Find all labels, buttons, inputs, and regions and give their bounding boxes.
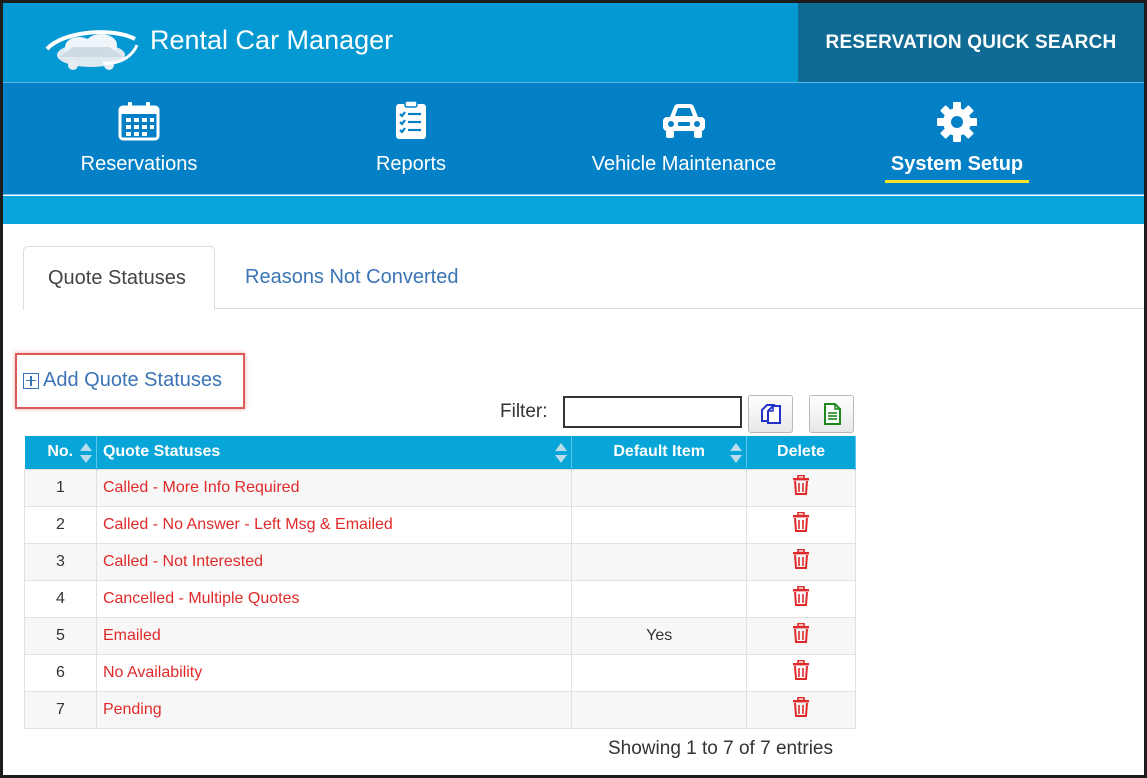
row-number: 6 xyxy=(24,653,97,692)
col-header-delete: Delete xyxy=(746,436,856,469)
export-button[interactable] xyxy=(809,395,854,433)
nav-label: Reports xyxy=(375,153,447,175)
default-item-cell xyxy=(571,468,748,507)
filter-label: Filter: xyxy=(500,401,548,422)
top-bar: Rental Car Manager RESERVATION QUICK SEA… xyxy=(3,3,1144,82)
main-nav: Reservations Reports Vehicle Maintenance… xyxy=(3,82,1144,195)
tab-reasons-not-converted[interactable]: Reasons Not Converted xyxy=(221,246,482,309)
row-number: 2 xyxy=(24,505,97,544)
reservation-quick-search-button[interactable]: RESERVATION QUICK SEARCH xyxy=(798,3,1144,82)
gear-icon xyxy=(937,102,977,142)
trash-icon[interactable] xyxy=(792,474,810,500)
quote-status-link[interactable]: Emailed xyxy=(95,616,573,655)
default-item-cell: Yes xyxy=(571,616,748,655)
add-quote-statuses-link[interactable]: Add Quote Statuses xyxy=(23,369,222,392)
trash-icon[interactable] xyxy=(792,659,810,685)
nav-label: System Setup xyxy=(890,153,1024,175)
col-header-no[interactable]: No. xyxy=(24,436,97,469)
quote-statuses-table: No. Quote Statuses Default Item Delete 1… xyxy=(24,436,856,729)
plus-square-icon xyxy=(23,372,39,389)
row-number: 4 xyxy=(24,579,97,618)
table-row: 2 Called - No Answer - Left Msg & Emailed xyxy=(24,505,856,544)
col-header-quote-statuses[interactable]: Quote Statuses xyxy=(96,436,573,469)
sort-icon xyxy=(79,443,92,463)
table-row: 4 Cancelled - Multiple Quotes xyxy=(24,579,856,618)
logo-icon xyxy=(45,30,139,70)
nav-item-system-setup[interactable]: System Setup xyxy=(827,83,1087,194)
copy-button[interactable] xyxy=(748,395,793,433)
delete-cell xyxy=(746,690,856,729)
trash-icon[interactable] xyxy=(792,696,810,722)
table-row: 6 No Availability xyxy=(24,653,856,692)
default-item-cell xyxy=(571,690,748,729)
copy-icon xyxy=(760,404,781,424)
delete-cell xyxy=(746,505,856,544)
car-icon xyxy=(663,104,705,138)
row-number: 5 xyxy=(24,616,97,655)
quote-status-link[interactable]: No Availability xyxy=(95,653,573,692)
delete-cell xyxy=(746,542,856,581)
active-nav-underline xyxy=(885,180,1029,183)
table-info: Showing 1 to 7 of 7 entries xyxy=(608,738,833,759)
nav-item-reports[interactable]: Reports xyxy=(281,83,541,194)
table-row: 5 Emailed Yes xyxy=(24,616,856,655)
nav-item-reservations[interactable]: Reservations xyxy=(9,83,269,194)
col-header-quote-statuses-label: Quote Statuses xyxy=(102,443,221,461)
quote-status-link[interactable]: Cancelled - Multiple Quotes xyxy=(95,579,573,618)
sort-icon xyxy=(730,443,743,463)
tab-bar: Quote Statuses Reasons Not Converted xyxy=(23,246,1144,310)
app-window: Rental Car Manager RESERVATION QUICK SEA… xyxy=(0,0,1147,778)
filter-input[interactable] xyxy=(563,396,742,428)
default-item-cell xyxy=(571,505,748,544)
col-header-default-item-label: Default Item xyxy=(613,443,705,461)
col-header-default-item[interactable]: Default Item xyxy=(571,436,748,469)
delete-cell xyxy=(746,653,856,692)
default-item-cell xyxy=(571,653,748,692)
default-item-cell xyxy=(571,542,748,581)
trash-icon[interactable] xyxy=(792,585,810,611)
sub-bar xyxy=(3,196,1144,224)
trash-icon[interactable] xyxy=(792,548,810,574)
delete-cell xyxy=(746,468,856,507)
tab-quote-statuses[interactable]: Quote Statuses xyxy=(23,246,215,310)
default-item-cell xyxy=(571,579,748,618)
quote-status-link[interactable]: Called - No Answer - Left Msg & Emailed xyxy=(95,505,573,544)
sort-icon xyxy=(555,443,568,463)
nav-label: Vehicle Maintenance xyxy=(591,153,777,175)
nav-item-vehicle-maintenance[interactable]: Vehicle Maintenance xyxy=(554,83,814,194)
delete-cell xyxy=(746,616,856,655)
delete-cell xyxy=(746,579,856,618)
trash-icon[interactable] xyxy=(792,511,810,537)
row-number: 3 xyxy=(24,542,97,581)
app-title: Rental Car Manager xyxy=(150,25,394,55)
calendar-icon xyxy=(118,102,160,141)
quote-status-link[interactable]: Called - Not Interested xyxy=(95,542,573,581)
document-icon xyxy=(823,403,841,425)
quote-status-link[interactable]: Pending xyxy=(95,690,573,729)
table-header-row: No. Quote Statuses Default Item Delete xyxy=(24,436,856,469)
checklist-icon xyxy=(396,101,426,139)
table-row: 3 Called - Not Interested xyxy=(24,542,856,581)
row-number: 1 xyxy=(24,468,97,507)
nav-label: Reservations xyxy=(80,153,198,175)
col-header-no-label: No. xyxy=(47,443,74,461)
trash-icon[interactable] xyxy=(792,622,810,648)
add-quote-statuses-label: Add Quote Statuses xyxy=(43,369,223,391)
row-number: 7 xyxy=(24,690,97,729)
table-row: 7 Pending xyxy=(24,690,856,729)
table-row: 1 Called - More Info Required xyxy=(24,468,856,507)
quote-status-link[interactable]: Called - More Info Required xyxy=(95,468,573,507)
